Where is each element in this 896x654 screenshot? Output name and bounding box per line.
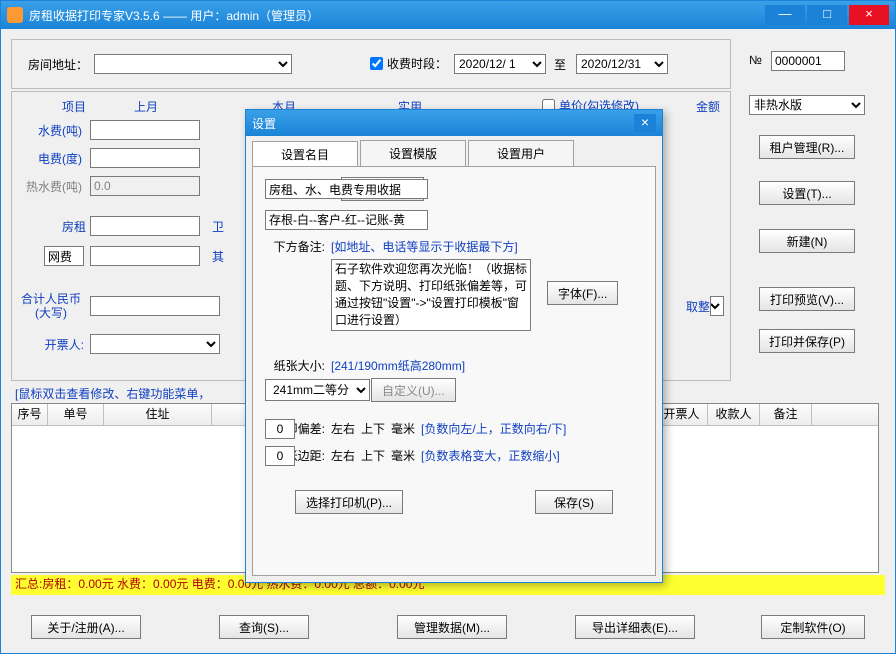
settings-button[interactable]: 设置(T)... (759, 181, 855, 205)
new-button[interactable]: 新建(N) (759, 229, 855, 253)
total-label: 合计人民币 (大写) (16, 292, 86, 320)
export-detail-button[interactable]: 导出详细表(E)... (575, 615, 695, 639)
date-from-select[interactable]: 2020/12/ 1 (454, 54, 546, 74)
hotwater-label: 热水费(吨) (12, 178, 82, 195)
round-select[interactable] (710, 296, 724, 316)
offset-lr-label: 左右 (331, 420, 355, 437)
date-to-label: 至 (554, 56, 566, 73)
charge-period-checkbox[interactable] (370, 57, 383, 70)
paper-size-hint: [241/190mm纸高280mm] (331, 357, 465, 374)
margin-tb-input[interactable] (265, 446, 295, 466)
tab-set-names[interactable]: 设置名目 (252, 141, 358, 167)
total-cn-input[interactable] (90, 296, 220, 316)
window-title: 房租收据打印专家V3.5.6 —— 用户：admin（管理员） (29, 7, 765, 24)
elec-last-input[interactable] (90, 148, 200, 168)
offset-unit: 毫米 (391, 420, 415, 437)
maximize-button[interactable]: □ (807, 5, 847, 25)
other-label: 其 (212, 248, 224, 265)
th-payee: 收款人 (708, 404, 760, 425)
th-no: 单号 (48, 404, 104, 425)
room-addr-label: 房间地址： (28, 56, 88, 73)
font-button[interactable]: 字体(F)... (547, 281, 618, 305)
margin-tb-label: 上下 (361, 447, 385, 464)
print-preview-button[interactable]: 打印预览(V)... (759, 287, 855, 311)
tab-set-user[interactable]: 设置用户 (468, 140, 574, 166)
tenant-mgmt-button[interactable]: 租户管理(R)... (759, 135, 855, 159)
rent-label: 房租 (46, 218, 86, 235)
settings-dialog: 设置 × 设置名目 设置模版 设置用户 收据标题: 表格线(L)... 右侧备注… (245, 109, 663, 583)
elec-label: 电费(度) (22, 150, 82, 167)
select-printer-button[interactable]: 选择打印机(P)... (295, 490, 403, 514)
mode-select[interactable]: 非热水版 (749, 95, 865, 115)
number-field[interactable] (771, 51, 845, 71)
col-project: 项目 (46, 98, 86, 115)
right-note-input[interactable] (265, 210, 428, 230)
col-amount: 金额 (680, 98, 720, 115)
margin-unit: 毫米 (391, 447, 415, 464)
date-to-select[interactable]: 2020/12/31 (576, 54, 668, 74)
col-last: 上月 (118, 98, 158, 115)
query-button[interactable]: 查询(S)... (219, 615, 309, 639)
number-prefix: № (749, 53, 762, 67)
print-save-button[interactable]: 打印并保存(P) (759, 329, 855, 353)
margin-hint: [负数表格变大，正数缩小] (421, 447, 560, 464)
about-button[interactable]: 关于/注册(A)... (31, 615, 141, 639)
custom-software-button[interactable]: 定制软件(O) (761, 615, 865, 639)
minimize-button[interactable]: — (765, 5, 805, 25)
paper-size-select[interactable]: 241mm二等分 (265, 379, 370, 401)
offset-tb-label: 上下 (361, 420, 385, 437)
paper-size-label: 纸张大小: (265, 357, 325, 374)
manage-data-button[interactable]: 管理数据(M)... (397, 615, 507, 639)
close-button[interactable]: × (849, 5, 889, 25)
th-issuer: 开票人 (656, 404, 708, 425)
net-input[interactable] (90, 246, 200, 266)
offset-tb-input[interactable] (265, 419, 295, 439)
dialog-close-button[interactable]: × (634, 114, 656, 132)
th-remark: 备注 (760, 404, 812, 425)
issuer-label: 开票人: (30, 336, 84, 353)
rent-input[interactable] (90, 216, 200, 236)
app-icon (7, 7, 23, 23)
paper-custom-button[interactable]: 自定义(U)... (371, 378, 456, 402)
issuer-select[interactable] (90, 334, 220, 354)
dialog-title: 设置 (252, 115, 634, 132)
bottom-note-hint: [如地址、电话等显示于收据最下方] (331, 238, 518, 255)
th-addr: 住址 (104, 404, 212, 425)
dialog-save-button[interactable]: 保存(S) (535, 490, 613, 514)
margin-lr-label: 左右 (331, 447, 355, 464)
bottom-note-label: 下方备注: (265, 238, 325, 255)
charge-period-label: 收费时段： (387, 55, 447, 72)
receipt-title-input[interactable] (265, 179, 428, 199)
water-label: 水费(吨) (22, 122, 82, 139)
net-label-input[interactable] (44, 246, 84, 266)
offset-hint: [负数向左/上，正数向右/下] (421, 420, 566, 437)
tab-set-template[interactable]: 设置模版 (360, 140, 466, 166)
titlebar: 房租收据打印专家V3.5.6 —— 用户：admin（管理员） — □ × (1, 1, 895, 29)
bottom-note-textarea[interactable] (331, 259, 531, 331)
th-seq: 序号 (12, 404, 48, 425)
room-addr-select[interactable] (94, 54, 292, 74)
sanitation-label: 卫 (212, 218, 224, 235)
water-last-input[interactable] (90, 120, 200, 140)
table-hint: [鼠标双击查看修改、右键功能菜单， (15, 385, 210, 402)
round-label: 取整 (686, 298, 710, 315)
hotwater-last-input (90, 176, 200, 196)
